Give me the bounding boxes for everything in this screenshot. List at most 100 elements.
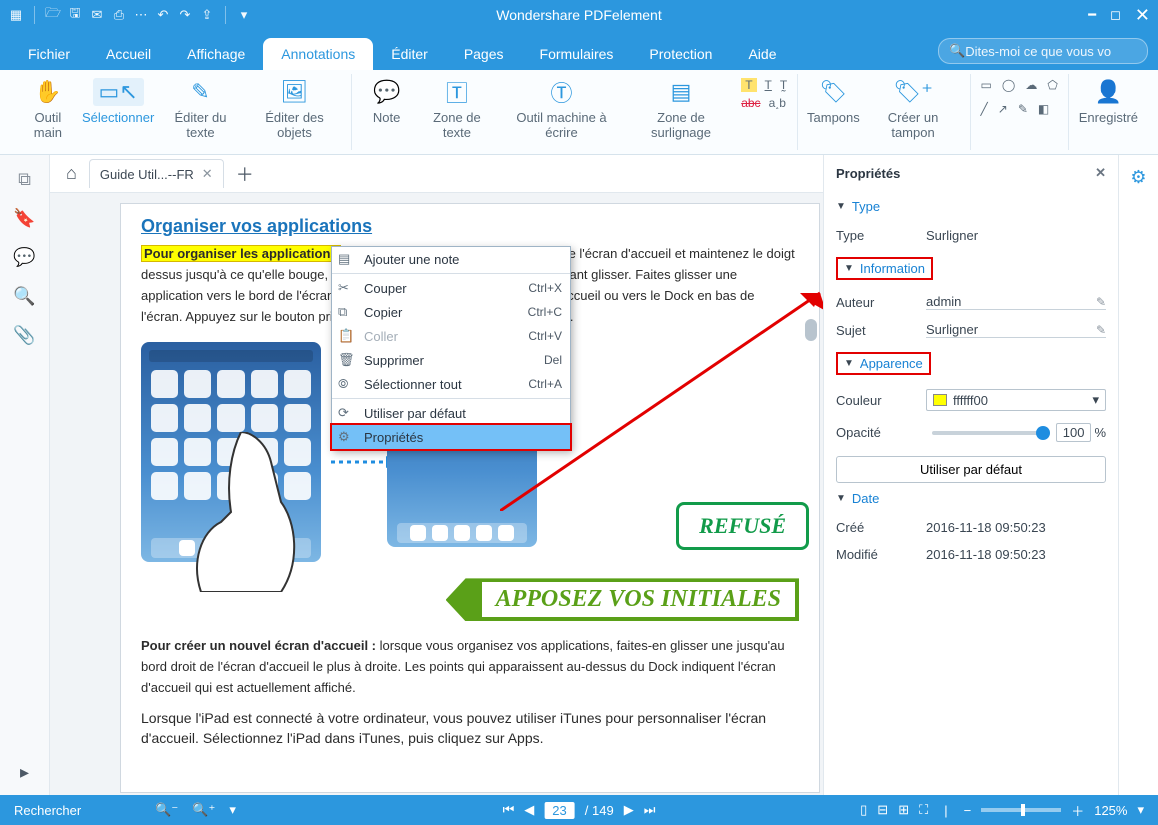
minimize-icon[interactable]: ━ <box>1088 7 1096 23</box>
comments-icon[interactable]: 💬 <box>13 247 35 268</box>
menu-accueil[interactable]: Accueil <box>88 38 169 70</box>
expand-rail-icon[interactable]: ▸ <box>20 762 29 783</box>
color-select[interactable]: ffffff00▾ <box>926 389 1106 411</box>
tool-edit-text[interactable]: ✎Éditer du texte <box>161 78 241 140</box>
help-search-input[interactable] <box>965 44 1137 59</box>
tab-close-icon[interactable]: ✕ <box>202 166 213 182</box>
bookmarks-icon[interactable]: 🔖 <box>13 208 35 229</box>
menu-editer[interactable]: Éditer <box>373 38 446 70</box>
zoom-in-fit-icon[interactable]: 🔍⁺ <box>192 802 215 818</box>
ctx-use-default[interactable]: ⟳Utiliser par défaut <box>332 401 570 425</box>
tool-create-stamp[interactable]: 🏷⁺Créer un tampon <box>867 78 960 140</box>
open-icon[interactable]: 🗁 <box>45 7 61 23</box>
settings-icon[interactable]: ⚙ <box>1130 167 1146 188</box>
help-search[interactable]: 🔍 <box>938 38 1148 64</box>
section-date[interactable]: ▼Date <box>836 491 1106 506</box>
next-page-icon[interactable]: ▶ <box>624 802 634 818</box>
eraser-icon[interactable]: ◧ <box>1038 102 1049 116</box>
prev-page-icon[interactable]: ◀ <box>524 802 534 818</box>
more-icon[interactable]: ⋯ <box>133 7 149 23</box>
view-single-icon[interactable]: ▯ <box>860 802 867 818</box>
caret-icon[interactable]: a˰b <box>769 96 786 110</box>
stamp-refused[interactable]: REFUSÉ <box>676 502 809 550</box>
polygon-icon[interactable]: ⬠ <box>1047 78 1057 92</box>
circle-icon[interactable]: ◯ <box>1002 78 1015 92</box>
scrollbar[interactable] <box>805 223 819 785</box>
zoom-more-icon[interactable]: ▾ <box>229 802 236 818</box>
ctx-add-note[interactable]: ▤Ajouter une note <box>332 247 570 271</box>
zoom-slider[interactable] <box>981 808 1061 812</box>
stamp-initials[interactable]: APPOSEZ VOS INITIALES <box>446 578 799 621</box>
tool-highlight[interactable]: ▤Zone de surlignage <box>629 78 733 140</box>
use-default-button[interactable]: Utiliser par défaut <box>836 456 1106 483</box>
view-facing-icon[interactable]: ⊞ <box>898 802 909 818</box>
app-menu-icon[interactable]: ▦ <box>8 7 24 23</box>
fullscreen-icon[interactable]: ⛶ <box>919 802 928 818</box>
ctx-copy[interactable]: ⧉CopierCtrl+C <box>332 300 570 324</box>
home-tab-icon[interactable]: ⌂ <box>60 163 83 184</box>
undo-icon[interactable]: ↶ <box>155 7 171 23</box>
section-information[interactable]: ▼Information <box>836 257 933 280</box>
document-tab[interactable]: Guide Util...--FR ✕ <box>89 159 224 188</box>
last-page-icon[interactable]: ⏭ <box>644 802 656 818</box>
mail-icon[interactable]: ✉ <box>89 7 105 23</box>
menu-affichage[interactable]: Affichage <box>169 38 263 70</box>
subject-field[interactable]: Surligner✎ <box>926 322 1106 338</box>
zoom-in-icon[interactable]: ＋ <box>1071 801 1084 820</box>
search-panel-icon[interactable]: 🔍 <box>13 286 35 307</box>
menu-fichier[interactable]: Fichier <box>10 38 88 70</box>
zoom-dropdown-icon[interactable]: ▾ <box>1137 802 1144 818</box>
zoom-value[interactable]: 125% <box>1094 803 1127 818</box>
section-type[interactable]: ▼Type <box>836 199 1106 214</box>
squiggly-style-icon[interactable]: T̰ <box>780 78 787 92</box>
edit-icon[interactable]: ✎ <box>1096 323 1106 337</box>
close-window-icon[interactable]: ✕ <box>1135 5 1150 26</box>
tool-typewriter[interactable]: ⓉOutil machine à écrire <box>502 78 621 140</box>
tool-edit-objects[interactable]: 🖼Éditer des objets <box>248 78 340 140</box>
panel-close-icon[interactable]: ✕ <box>1095 165 1106 181</box>
author-field[interactable]: admin✎ <box>926 294 1106 310</box>
menu-protection[interactable]: Protection <box>631 38 730 70</box>
opacity-slider[interactable] <box>932 431 1050 435</box>
export-icon[interactable]: ⇪ <box>199 7 215 23</box>
rect-icon[interactable]: ▭ <box>981 78 992 92</box>
attachments-icon[interactable]: 📎 <box>13 325 35 346</box>
arrow-icon[interactable]: ↗ <box>998 102 1008 116</box>
zoom-out-icon[interactable]: − <box>964 803 972 818</box>
find-label[interactable]: Rechercher <box>0 803 95 818</box>
new-tab-icon[interactable]: ＋ <box>230 161 260 187</box>
section-appearance[interactable]: ▼Apparence <box>836 352 931 375</box>
line-icon[interactable]: ╱ <box>981 102 988 116</box>
maximize-icon[interactable]: ◻ <box>1110 7 1121 23</box>
menu-annotations[interactable]: Annotations <box>263 38 373 70</box>
highlight-style-icon[interactable]: T <box>741 78 756 92</box>
underline-style-icon[interactable]: T <box>765 78 772 92</box>
strike-icon[interactable]: abc <box>741 96 760 110</box>
highlighted-text[interactable]: Pour organiser les applications <box>141 245 341 262</box>
tool-select[interactable]: ▭↖Sélectionner <box>84 78 153 125</box>
register-button[interactable]: 👤Enregistré <box>1079 78 1138 125</box>
page-input[interactable]: 23 <box>544 802 574 819</box>
ctx-cut[interactable]: ✂CouperCtrl+X <box>332 276 570 300</box>
tool-hand[interactable]: ✋Outil main <box>20 78 76 140</box>
pencil-tool-icon[interactable]: ✎ <box>1018 102 1028 116</box>
save-icon[interactable]: 🖫 <box>67 7 83 23</box>
ctx-properties[interactable]: ⚙Propriétés <box>332 425 570 449</box>
tool-note[interactable]: 💬Note <box>362 78 412 125</box>
menu-pages[interactable]: Pages <box>446 38 522 70</box>
slider-thumb[interactable] <box>1036 426 1050 440</box>
redo-icon[interactable]: ↷ <box>177 7 193 23</box>
thumbnails-icon[interactable]: ⧉ <box>18 169 31 190</box>
print-icon[interactable]: ⎙ <box>111 7 127 23</box>
opacity-value[interactable]: 100 <box>1056 423 1092 442</box>
ctx-delete[interactable]: 🗑SupprimerDel <box>332 348 570 372</box>
dropdown-icon[interactable]: ▾ <box>236 7 252 23</box>
first-page-icon[interactable]: ⏮ <box>503 802 515 818</box>
zoom-out-fit-icon[interactable]: 🔍⁻ <box>155 802 178 818</box>
edit-icon[interactable]: ✎ <box>1096 295 1106 309</box>
scrollbar-thumb[interactable] <box>805 319 817 341</box>
menu-formulaires[interactable]: Formulaires <box>522 38 632 70</box>
view-cont-icon[interactable]: ⊟ <box>877 802 888 818</box>
tool-textbox[interactable]: 🅃Zone de texte <box>420 78 495 140</box>
page-viewport[interactable]: Organiser vos applications Pour organise… <box>50 193 823 795</box>
